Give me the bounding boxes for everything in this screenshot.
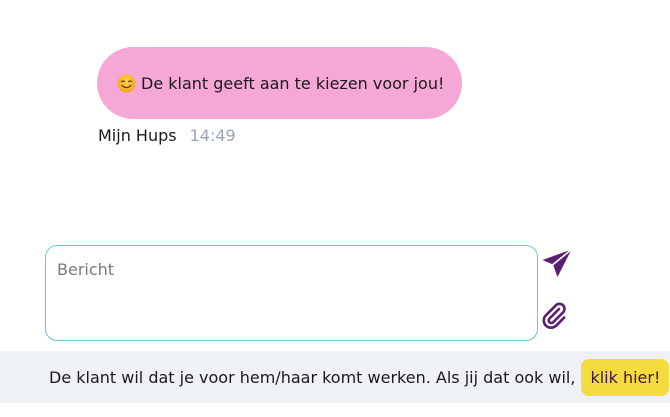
message-time: 14:49 bbox=[189, 126, 236, 145]
message-bubble: De klant geeft aan te kiezen voor jou! bbox=[97, 47, 463, 119]
message-meta: Mijn Hups 14:49 bbox=[98, 126, 236, 145]
attach-button[interactable] bbox=[540, 300, 568, 330]
click-here-button[interactable]: klik hier! bbox=[581, 358, 670, 396]
paper-plane-icon bbox=[542, 248, 573, 277]
chat-page: De klant geeft aan te kiezen voor jou! M… bbox=[0, 0, 670, 417]
hire-request-text: De klant wil dat je voor hem/haar komt w… bbox=[49, 367, 576, 387]
message-text: De klant geeft aan te kiezen voor jou! bbox=[141, 73, 445, 93]
send-button[interactable] bbox=[540, 246, 574, 280]
message-input[interactable] bbox=[45, 245, 538, 341]
paperclip-icon bbox=[542, 302, 566, 329]
message-sender: Mijn Hups bbox=[98, 126, 177, 145]
smiling-face-emoji-icon bbox=[117, 73, 136, 93]
hire-request-bar: De klant wil dat je voor hem/haar komt w… bbox=[0, 351, 670, 403]
